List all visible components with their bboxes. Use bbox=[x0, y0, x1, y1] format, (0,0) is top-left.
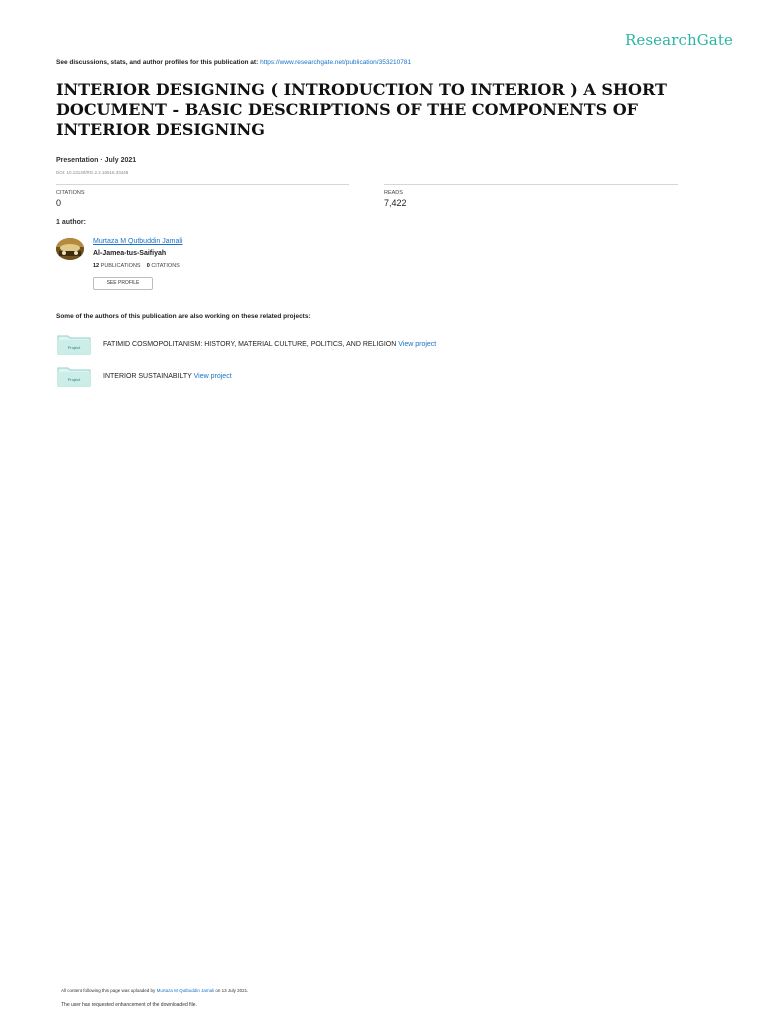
authors-heading: 1 author: bbox=[56, 219, 86, 226]
see-profile-button[interactable]: SEE PROFILE bbox=[93, 277, 153, 290]
author-publications-count: 12 bbox=[93, 263, 100, 269]
project-folder-label: Project bbox=[68, 345, 81, 350]
related-project-title: FATIMID COSMOPOLITANISM: HISTORY, MATERI… bbox=[103, 341, 397, 348]
author-avatar[interactable] bbox=[56, 238, 84, 260]
citations-value: 0 bbox=[56, 198, 62, 208]
publication-title: INTERIOR DESIGNING ( INTRODUCTION TO INT… bbox=[56, 80, 667, 139]
citations-divider bbox=[56, 184, 349, 185]
reads-divider bbox=[384, 184, 678, 185]
upload-suffix: on 13 July 2021. bbox=[215, 988, 249, 993]
upload-note: All content following this page was uplo… bbox=[61, 988, 248, 993]
author-publications-label: PUBLICATIONS bbox=[100, 263, 141, 269]
author-citations-label: CITATIONS bbox=[151, 263, 180, 269]
project-folder-icon[interactable]: Project bbox=[57, 365, 91, 387]
related-project-item: FATIMID COSMOPOLITANISM: HISTORY, MATERI… bbox=[103, 341, 436, 348]
view-project-link[interactable]: View project bbox=[398, 341, 436, 348]
citations-label: CITATIONS bbox=[56, 190, 85, 196]
upload-prefix: All content following this page was uplo… bbox=[61, 988, 156, 993]
enhancement-note: The user has requested enhancement of th… bbox=[61, 1002, 197, 1008]
author-institution: Al-Jamea-tus-Saifiyah bbox=[93, 250, 167, 257]
publication-doi: DOI: 10.13140/RG.2.2.16516.33448 bbox=[56, 170, 129, 175]
related-project-item: INTERIOR SUSTAINABILTY View project bbox=[103, 373, 232, 380]
discussions-prefix: See discussions, stats, and author profi… bbox=[56, 59, 259, 66]
reads-label: READS bbox=[384, 190, 403, 196]
view-project-link[interactable]: View project bbox=[194, 373, 232, 380]
publication-url-link[interactable]: https://www.researchgate.net/publication… bbox=[260, 59, 411, 66]
publication-type-date: Presentation · July 2021 bbox=[56, 157, 137, 164]
author-citations-count: 0 bbox=[146, 263, 150, 269]
discussions-line: See discussions, stats, and author profi… bbox=[56, 59, 411, 66]
reads-value: 7,422 bbox=[384, 198, 407, 208]
uploader-link[interactable]: Murtaza M Qutbuddin Jamali bbox=[157, 988, 215, 993]
author-name-link[interactable]: Murtaza M Qutbuddin Jamali bbox=[93, 238, 182, 245]
researchgate-logo[interactable]: ResearchGate bbox=[625, 31, 733, 49]
related-projects-heading: Some of the authors of this publication … bbox=[56, 313, 311, 320]
avatar-photo-icon bbox=[56, 238, 84, 260]
project-folder-icon[interactable]: Project bbox=[57, 333, 91, 355]
project-folder-label: Project bbox=[68, 377, 81, 382]
author-stats: 12 PUBLICATIONS 0 CITATIONS bbox=[93, 263, 180, 269]
related-project-title: INTERIOR SUSTAINABILTY bbox=[103, 373, 192, 380]
